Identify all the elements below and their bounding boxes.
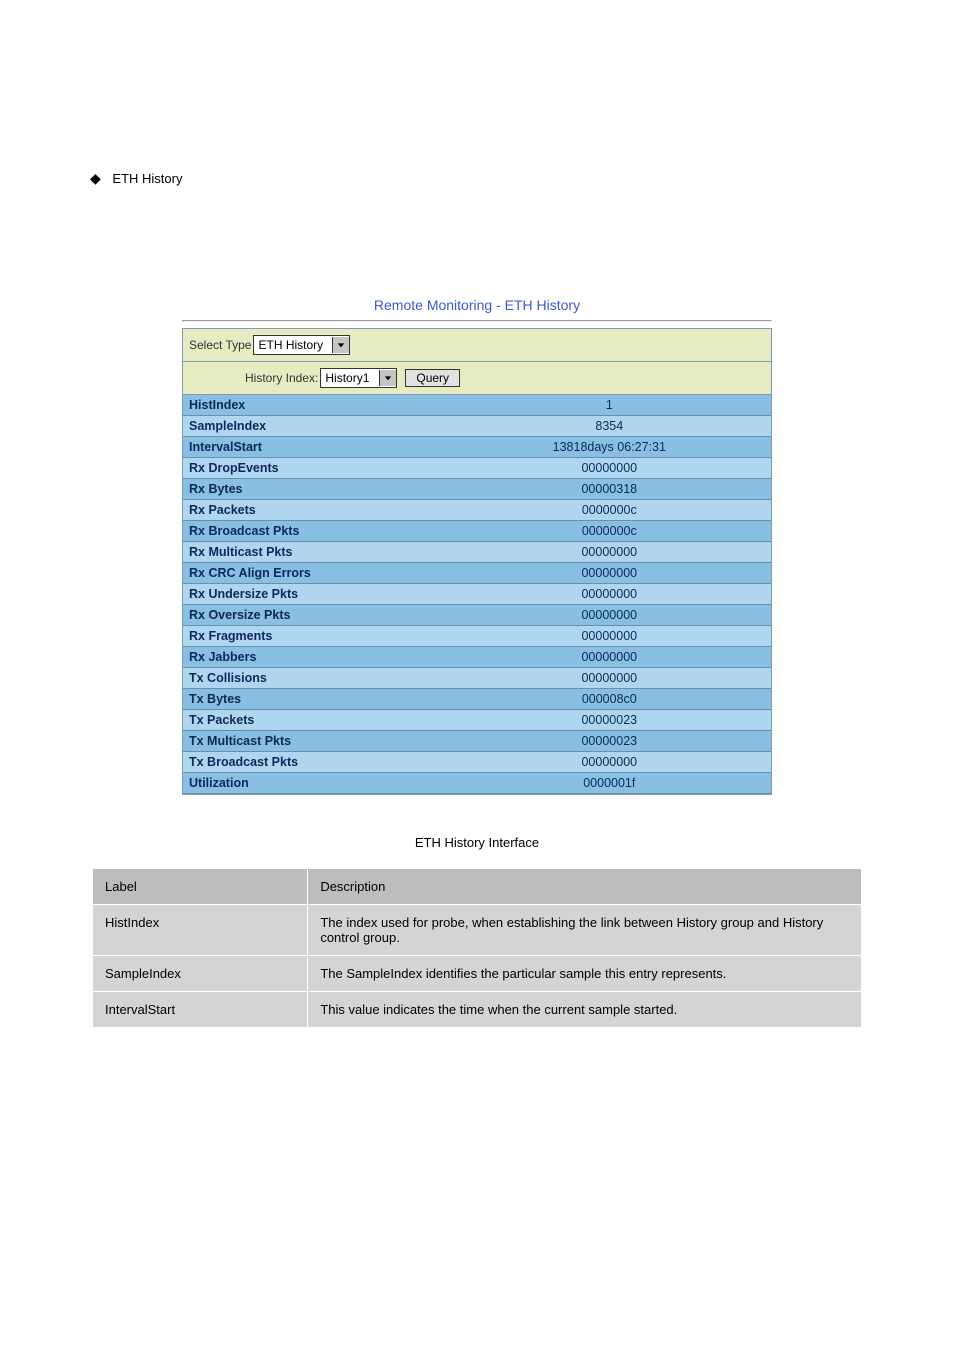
description-table: Label Description HistIndexThe index use… — [92, 868, 862, 1028]
table-row: Rx Multicast Pkts00000000 — [183, 542, 771, 563]
history-index-row: History Index: History1 Query — [183, 362, 771, 395]
table-row: Rx Oversize Pkts00000000 — [183, 605, 771, 626]
desc-text: The index used for probe, when establish… — [308, 905, 862, 956]
row-value: 00000000 — [448, 752, 771, 773]
row-key: Rx Undersize Pkts — [183, 584, 448, 605]
table-row: Tx Packets00000023 — [183, 710, 771, 731]
row-key: Rx DropEvents — [183, 458, 448, 479]
row-key: Tx Multicast Pkts — [183, 731, 448, 752]
table-row: IntervalStart13818days 06:27:31 — [183, 437, 771, 458]
table-row: Tx Collisions00000000 — [183, 668, 771, 689]
table-row: HistIndex1 — [183, 395, 771, 416]
header-description: Description — [308, 869, 862, 905]
row-key: Utilization — [183, 773, 448, 794]
row-key: Rx Jabbers — [183, 647, 448, 668]
history-index-dropdown[interactable]: History1 — [320, 368, 397, 388]
table-row: Rx Packets0000000c — [183, 500, 771, 521]
row-value: 00000000 — [448, 647, 771, 668]
row-key: Rx Multicast Pkts — [183, 542, 448, 563]
row-value: 00000000 — [448, 458, 771, 479]
table-row: SampleIndex8354 — [183, 416, 771, 437]
row-value: 00000023 — [448, 731, 771, 752]
bullet-text: ETH History — [112, 171, 182, 186]
table-row: Rx Jabbers00000000 — [183, 647, 771, 668]
row-value: 00000000 — [448, 563, 771, 584]
header-label: Label — [93, 869, 308, 905]
row-key: Rx Packets — [183, 500, 448, 521]
row-key: IntervalStart — [183, 437, 448, 458]
select-type-dropdown[interactable]: ETH History — [253, 335, 350, 355]
figure-caption: ETH History Interface — [0, 835, 954, 850]
table-row: Rx Bytes00000318 — [183, 479, 771, 500]
query-button[interactable]: Query — [405, 369, 460, 387]
row-value: 0000000c — [448, 500, 771, 521]
page: ◆ ETH History Remote Monitoring - ETH Hi… — [0, 0, 954, 1350]
row-value: 0000000c — [448, 521, 771, 542]
panel-title: Remote Monitoring - ETH History — [182, 297, 772, 313]
table-row: Rx Undersize Pkts00000000 — [183, 584, 771, 605]
row-value: 00000318 — [448, 479, 771, 500]
row-key: Tx Collisions — [183, 668, 448, 689]
select-type-value: ETH History — [254, 338, 332, 352]
divider — [182, 320, 772, 322]
row-key: Rx Oversize Pkts — [183, 605, 448, 626]
table-row: Rx Broadcast Pkts0000000c — [183, 521, 771, 542]
row-value: 13818days 06:27:31 — [448, 437, 771, 458]
history-index-label: History Index: — [245, 371, 318, 385]
row-value: 00000023 — [448, 710, 771, 731]
row-value: 000008c0 — [448, 689, 771, 710]
row-key: Rx Bytes — [183, 479, 448, 500]
row-key: HistIndex — [183, 395, 448, 416]
chevron-down-icon — [332, 337, 349, 353]
row-key: Rx Fragments — [183, 626, 448, 647]
table-row: Tx Broadcast Pkts00000000 — [183, 752, 771, 773]
bullet-section: ◆ ETH History — [90, 170, 954, 187]
row-value: 00000000 — [448, 668, 771, 689]
panel: Select Type ETH History History Index: H… — [182, 328, 772, 795]
table-row: SampleIndexThe SampleIndex identifies th… — [93, 956, 862, 992]
table-row: Tx Multicast Pkts00000023 — [183, 731, 771, 752]
row-value: 00000000 — [448, 542, 771, 563]
select-type-row: Select Type ETH History — [183, 329, 771, 362]
select-type-label: Select Type — [189, 338, 251, 352]
desc-text: This value indicates the time when the c… — [308, 992, 862, 1028]
row-value: 8354 — [448, 416, 771, 437]
eth-history-table: HistIndex1SampleIndex8354IntervalStart13… — [183, 395, 771, 794]
table-row: Utilization0000001f — [183, 773, 771, 794]
desc-label: HistIndex — [93, 905, 308, 956]
history-index-value: History1 — [321, 371, 379, 385]
row-key: Rx Broadcast Pkts — [183, 521, 448, 542]
row-value: 00000000 — [448, 626, 771, 647]
row-key: Tx Bytes — [183, 689, 448, 710]
row-key: Rx CRC Align Errors — [183, 563, 448, 584]
table-row: Rx CRC Align Errors00000000 — [183, 563, 771, 584]
table-row: Rx DropEvents00000000 — [183, 458, 771, 479]
table-row: IntervalStartThis value indicates the ti… — [93, 992, 862, 1028]
panel-wrap: Remote Monitoring - ETH History Select T… — [182, 297, 772, 795]
row-value: 0000001f — [448, 773, 771, 794]
row-key: SampleIndex — [183, 416, 448, 437]
table-row: Rx Fragments00000000 — [183, 626, 771, 647]
table-row: Tx Bytes000008c0 — [183, 689, 771, 710]
row-value: 00000000 — [448, 605, 771, 626]
desc-label: IntervalStart — [93, 992, 308, 1028]
bullet-icon: ◆ — [90, 170, 101, 186]
table-header-row: Label Description — [93, 869, 862, 905]
row-key: Tx Broadcast Pkts — [183, 752, 448, 773]
desc-label: SampleIndex — [93, 956, 308, 992]
desc-text: The SampleIndex identifies the particula… — [308, 956, 862, 992]
table-row: HistIndexThe index used for probe, when … — [93, 905, 862, 956]
row-value: 1 — [448, 395, 771, 416]
chevron-down-icon — [379, 370, 396, 386]
row-value: 00000000 — [448, 584, 771, 605]
row-key: Tx Packets — [183, 710, 448, 731]
